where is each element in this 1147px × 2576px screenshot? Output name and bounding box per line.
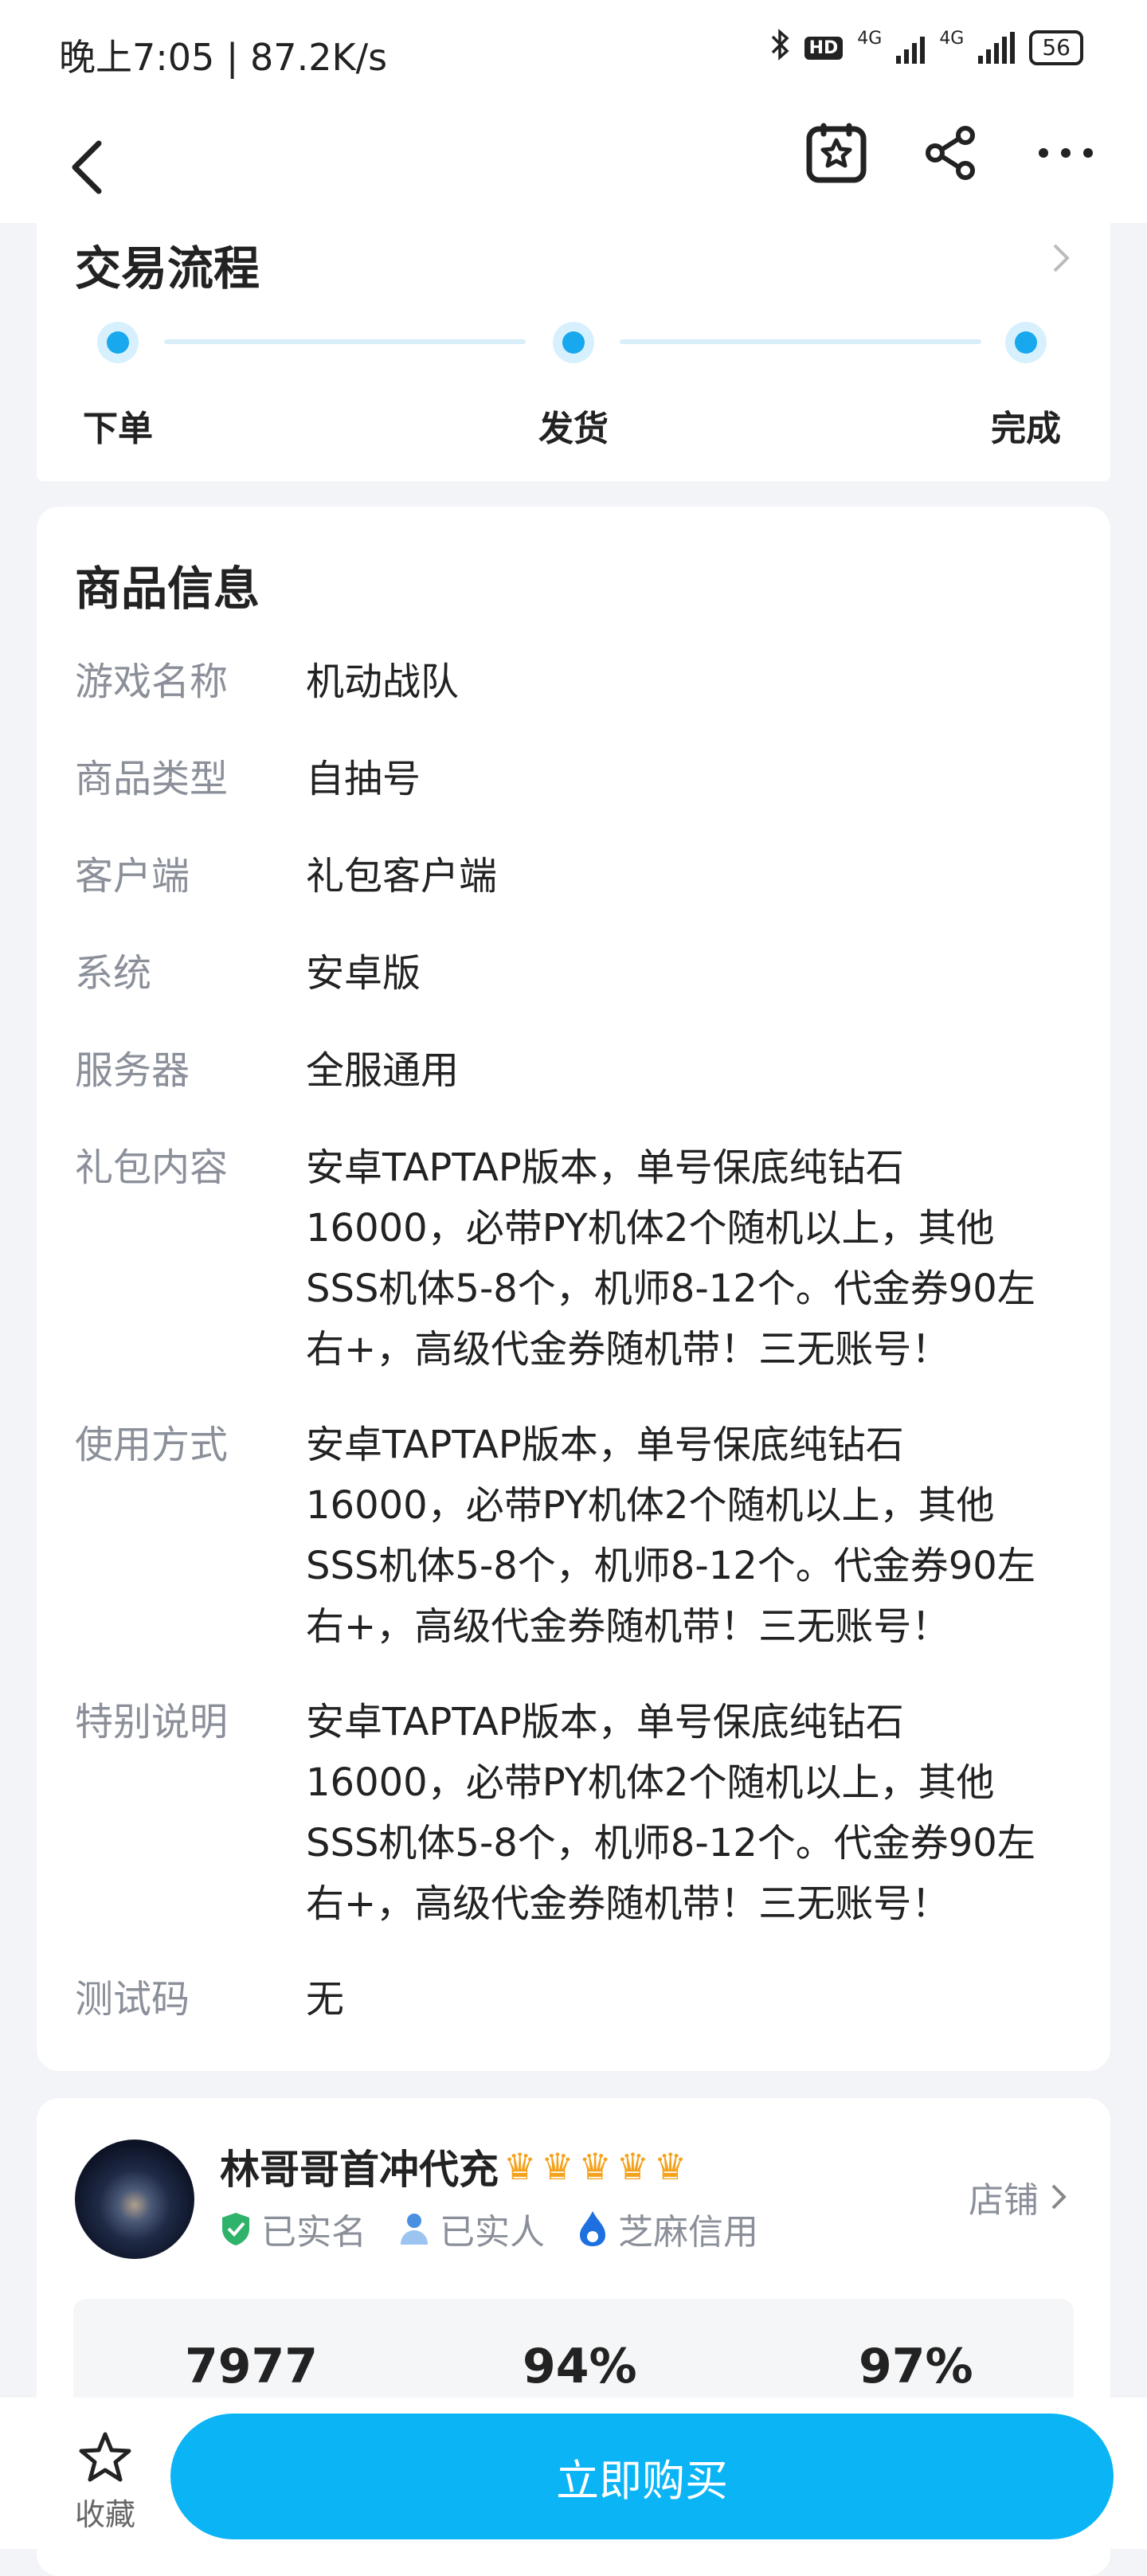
info-title: 商品信息 [75, 562, 260, 616]
info-label: 服务器 [75, 1048, 190, 1093]
info-row: 特别说明 安卓TAPTAP版本，单号保底纯钻石16000，必带PY机体2个随机以… [75, 1692, 1078, 1934]
info-row: 礼包内容 安卓TAPTAP版本，单号保底纯钻石16000，必带PY机体2个随机以… [75, 1137, 1078, 1380]
shop-name: 林哥哥首冲代充 [220, 2147, 499, 2193]
step-label-done: 完成 [991, 409, 1061, 449]
signal-icon [896, 32, 926, 64]
badge-real-name: 已实名 [220, 2203, 366, 2254]
step-dot-order [97, 322, 139, 363]
info-value: 安卓TAPTAP版本，单号保底纯钻石16000，必带PY机体2个随机以上，其他S… [306, 1700, 1035, 1926]
info-value: 安卓TAPTAP版本，单号保底纯钻石16000，必带PY机体2个随机以上，其他S… [306, 1423, 1035, 1649]
share-button[interactable] [918, 119, 985, 186]
shop-avatar[interactable] [75, 2139, 194, 2259]
favorite-button[interactable]: 收藏 [73, 2429, 137, 2534]
step-label-order: 下单 [83, 409, 153, 449]
step-dot-done [1005, 322, 1047, 363]
crown-icon: ♛ [503, 2145, 537, 2188]
shield-check-icon [222, 2213, 249, 2245]
crown-icon: ♛ [541, 2145, 574, 2188]
info-row: 游戏名称 机动战队 [75, 652, 1078, 712]
step-line [164, 339, 526, 344]
step-label-ship: 发货 [538, 409, 609, 449]
favorite-label: 收藏 [74, 2497, 135, 2532]
stat-value: 97% [859, 2339, 973, 2394]
flame-icon [580, 2211, 605, 2246]
info-row: 系统 安卓版 [75, 943, 1078, 1004]
info-value: 自抽号 [306, 757, 421, 801]
status-icons: HD 4G 4G 56 [769, 29, 1083, 67]
info-label: 商品类型 [75, 757, 229, 801]
more-button[interactable] [1032, 119, 1099, 186]
back-button[interactable] [64, 135, 112, 199]
verification-badges: 已实名 已实人 芝麻信用 [220, 2203, 758, 2254]
info-label: 特别说明 [75, 1700, 229, 1744]
buy-now-button[interactable]: 立即购买 [170, 2414, 1114, 2539]
info-row: 商品类型 自抽号 [75, 749, 1078, 809]
crown-icon: ♛ [654, 2145, 687, 2188]
badge-zhima-credit: 芝麻信用 [577, 2203, 758, 2254]
badge-real-person: 已实人 [398, 2203, 545, 2254]
share-icon [926, 126, 975, 180]
person-verified-icon [401, 2214, 428, 2245]
status-bar: 晚上7:05 | 87.2K/s HD 4G 4G 56 [0, 0, 1147, 108]
info-row: 测试码 无 [75, 1969, 1078, 2030]
info-row: 使用方式 安卓TAPTAP版本，单号保底纯钻石16000，必带PY机体2个随机以… [75, 1415, 1078, 1657]
favorite-star-button[interactable] [803, 119, 870, 186]
bluetooth-icon [769, 29, 790, 67]
product-info-card: 商品信息 游戏名称 机动战队 商品类型 自抽号 客户端 礼包客户端 系统 安卓版… [37, 507, 1110, 2071]
chevron-right-icon [1051, 2184, 1067, 2210]
star-icon [79, 2432, 131, 2482]
stat-value: 94% [523, 2339, 637, 2394]
star-box-icon [806, 123, 867, 183]
net-label-2: 4G [939, 29, 965, 49]
chevron-right-icon[interactable] [1051, 242, 1071, 277]
info-value: 全服通用 [306, 1048, 460, 1093]
info-label: 游戏名称 [75, 660, 229, 704]
hd-badge: HD [804, 36, 844, 60]
info-row: 客户端 礼包客户端 [75, 846, 1078, 906]
info-row: 服务器 全服通用 [75, 1040, 1078, 1101]
info-value: 安卓版 [306, 951, 421, 996]
flow-title: 交易流程 [75, 241, 260, 296]
more-dots-icon [1039, 148, 1093, 158]
transaction-flow-card[interactable]: 交易流程 下单 发货 完成 [37, 215, 1110, 481]
status-time: 晚上7:05 | 87.2K/s [59, 36, 388, 79]
info-label: 测试码 [75, 1977, 190, 2022]
battery-icon: 56 [1029, 30, 1083, 65]
info-value: 安卓TAPTAP版本，单号保底纯钻石16000，必带PY机体2个随机以上，其他S… [306, 1145, 1035, 1372]
app-header [0, 108, 1147, 223]
step-dot-ship [553, 322, 594, 363]
info-value: 机动战队 [306, 660, 460, 704]
info-value: 无 [306, 1977, 345, 2022]
net-label-1: 4G [857, 29, 883, 49]
shop-name-row: 林哥哥首冲代充 ♛ ♛ ♛ ♛ ♛ [220, 2138, 687, 2195]
crown-icon: ♛ [578, 2145, 612, 2188]
info-label: 礼包内容 [75, 1145, 229, 1190]
crown-icon: ♛ [616, 2145, 649, 2188]
stat-value: 7977 [185, 2339, 318, 2394]
info-value: 礼包客户端 [306, 854, 498, 898]
info-label: 系统 [75, 951, 152, 996]
signal-icon-2 [978, 32, 1016, 64]
step-line [620, 339, 981, 344]
info-label: 客户端 [75, 854, 190, 898]
chevron-left-icon [72, 140, 102, 194]
bottom-action-bar: 收藏 立即购买 [0, 2398, 1147, 2549]
info-label: 使用方式 [75, 1423, 229, 1467]
shop-link[interactable]: 店铺 [969, 2171, 1067, 2222]
